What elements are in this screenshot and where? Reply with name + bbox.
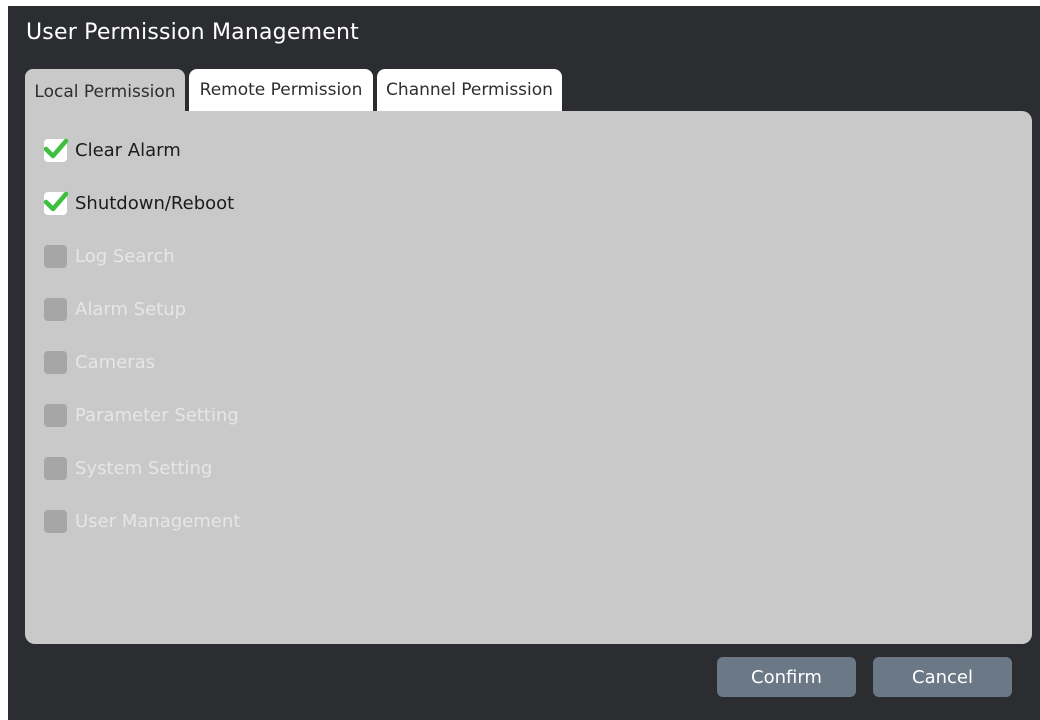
permission-shutdown-reboot[interactable]: Shutdown/Reboot [43, 190, 235, 216]
cameras-checkbox[interactable] [44, 350, 67, 374]
permission-log-search[interactable]: Log Search [44, 243, 175, 269]
permission-label: System Setting [75, 457, 213, 479]
user-management-checkbox[interactable] [44, 509, 67, 533]
tab-local-permission[interactable]: Local Permission [25, 69, 185, 114]
checkmark-icon [43, 191, 69, 211]
tab-channel-permission[interactable]: Channel Permission [377, 69, 562, 111]
permission-label: Clear Alarm [75, 139, 181, 161]
permission-label: Log Search [75, 245, 175, 267]
permission-panel: Clear Alarm Shutdown/Reboot Log Search A… [25, 111, 1032, 644]
shutdown-reboot-checkbox[interactable] [43, 191, 69, 215]
confirm-button[interactable]: Confirm [717, 657, 856, 697]
checkmark-icon [43, 138, 69, 158]
permission-label: Parameter Setting [75, 404, 239, 426]
permission-label: User Management [75, 510, 241, 532]
dialog-title: User Permission Management [26, 20, 359, 45]
permission-user-management[interactable]: User Management [44, 508, 240, 534]
permission-system-setting[interactable]: System Setting [44, 455, 212, 481]
permission-parameter-setting[interactable]: Parameter Setting [44, 402, 239, 428]
permission-label: Alarm Setup [75, 298, 187, 320]
permission-label: Shutdown/Reboot [75, 192, 235, 214]
alarm-setup-checkbox[interactable] [44, 297, 67, 321]
log-search-checkbox[interactable] [44, 244, 67, 268]
cancel-button[interactable]: Cancel [873, 657, 1012, 697]
clear-alarm-checkbox[interactable] [43, 138, 69, 162]
permission-alarm-setup[interactable]: Alarm Setup [44, 296, 186, 322]
permission-cameras[interactable]: Cameras [44, 349, 155, 375]
parameter-setting-checkbox[interactable] [44, 403, 67, 427]
permission-label: Cameras [75, 351, 156, 373]
system-setting-checkbox[interactable] [44, 456, 67, 480]
permission-clear-alarm[interactable]: Clear Alarm [43, 137, 181, 163]
user-permission-dialog: User Permission Management Local Permiss… [8, 6, 1040, 720]
tab-remote-permission[interactable]: Remote Permission [189, 69, 373, 111]
